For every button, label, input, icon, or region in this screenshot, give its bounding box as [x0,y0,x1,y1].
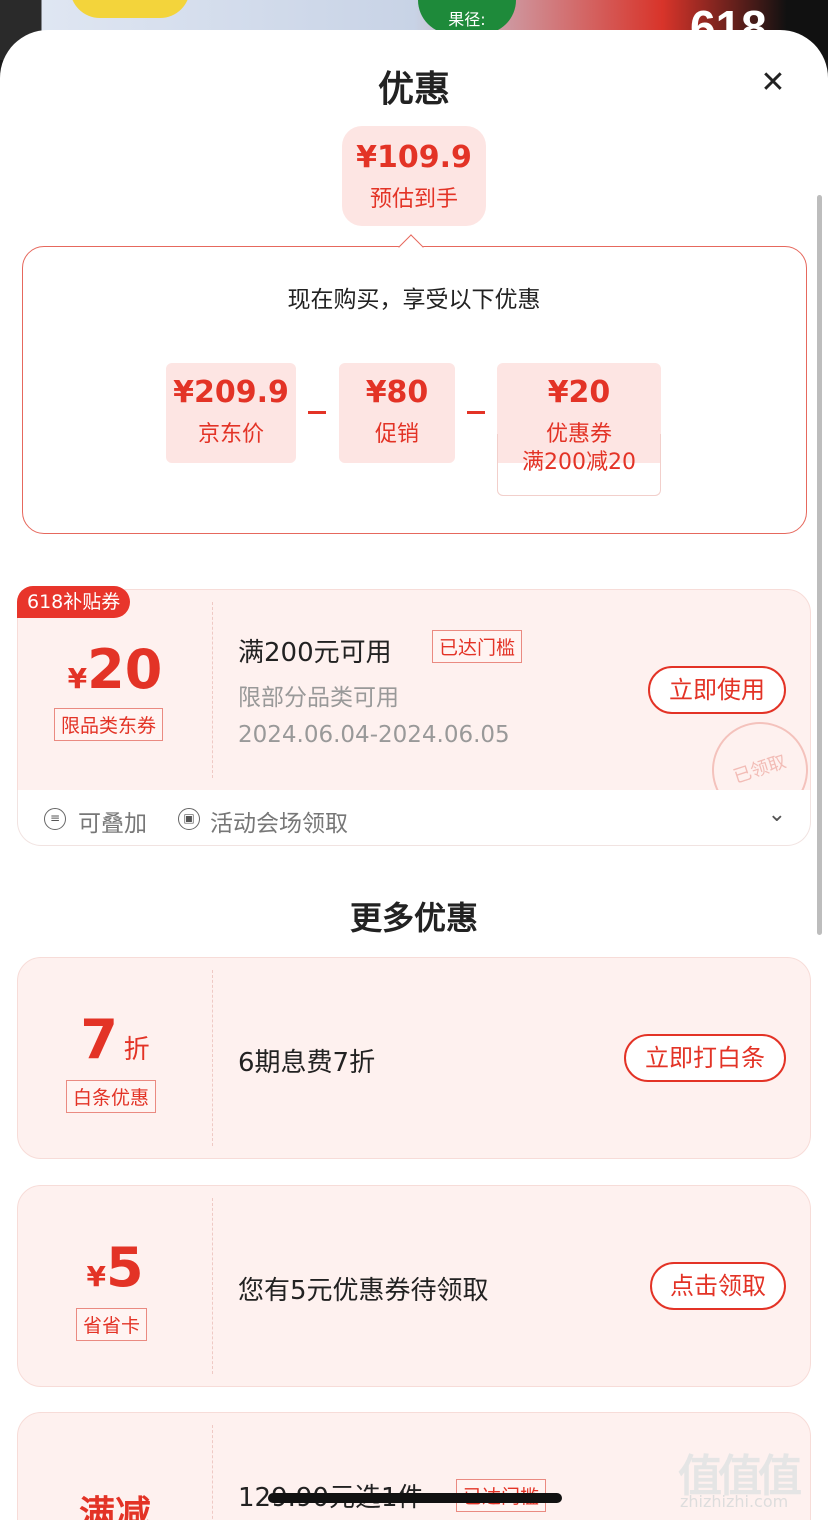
claim-button[interactable]: 点击领取 [650,1262,786,1310]
use-baitiao-button[interactable]: 立即打白条 [624,1034,786,1082]
breakdown-jd-price: ¥209.9 京东价 [166,363,296,463]
baitiao-unit: 折 [123,1035,150,1065]
chevron-down-icon[interactable]: ⌄ [768,802,786,827]
baitiao-text: 6期息费7折 [238,1048,376,1078]
promotion-value: ¥80 [365,375,429,410]
baitiao-offer-card[interactable]: 7 折 白条优惠 6期息费7折 立即打白条 [17,957,811,1159]
saver-amount-area: ¥5 省省卡 [18,1186,212,1386]
card-divider [212,970,213,1146]
card-divider [212,602,213,778]
coupon-amount-area: ¥20 限品类东券 [18,590,212,790]
card-divider [212,1425,213,1520]
estimated-price-label: 预估到手 [369,187,458,212]
estimated-price: ¥109.9 [356,140,472,175]
background-logo [70,0,190,18]
use-now-button[interactable]: 立即使用 [648,666,786,714]
home-indicator[interactable] [268,1493,562,1503]
stackable-label: 可叠加 [78,811,147,837]
coupon-value: ¥20 [547,375,611,410]
ticket-icon: ▣ [178,808,200,830]
saver-tag: 省省卡 [76,1308,148,1341]
more-offers-title: 更多优惠 [349,899,478,937]
saver-text: 您有5元优惠券待领取 [238,1276,489,1306]
breakdown-title: 现在购买，享受以下优惠 [287,287,541,313]
close-icon[interactable]: ✕ [758,68,788,98]
baitiao-amount-area: 7 折 白条优惠 [18,958,212,1158]
jd-price-label: 京东价 [197,422,264,447]
coupon-footer[interactable]: ≡ 可叠加 ▣ 活动会场领取 ⌄ [17,790,811,846]
coupon-scope: 限部分品类可用 [238,685,399,711]
coupon-title: 满200元可用 [238,638,392,668]
full-reduction-value: 满减 [78,1494,151,1520]
estimated-price-bubble: ¥109.9 预估到手 [342,126,486,226]
minus-icon [308,411,326,414]
stack-icon: ≡ [44,808,66,830]
coupon-type-tag: 限品类东券 [54,708,164,741]
coupon-currency: ¥ [67,662,88,695]
sheet-title: 优惠 [377,69,450,110]
baitiao-value: 7 [80,1008,118,1071]
breakdown-promotion: ¥80 促销 [339,363,455,463]
coupon-amount: 20 [87,638,163,701]
subsidy-coupon-card[interactable]: ¥20 限品类东券 满200元可用 已达门槛 限部分品类可用 2024.06.0… [17,589,811,791]
threshold-reached-tag: 已达门槛 [432,630,523,663]
coupon-condition: 满200减20 [497,434,661,496]
minus-icon [467,411,485,414]
source-label: 活动会场领取 [210,811,348,837]
baitiao-tag: 白条优惠 [66,1080,157,1113]
coupon-date-range: 2024.06.04-2024.06.05 [238,722,510,748]
jd-price-value: ¥209.9 [173,375,289,410]
saver-card-offer[interactable]: ¥5 省省卡 您有5元优惠券待领取 点击领取 [17,1185,811,1387]
saver-value: 5 [105,1236,144,1299]
subsidy-corner-tag: 618补贴券 [17,586,131,618]
card-divider [212,1198,213,1374]
watermark-site: zhizhizhi.com [680,1492,789,1511]
saver-currency: ¥ [86,1260,106,1293]
promotion-label: 促销 [374,422,419,447]
full-reduction-area: 满减 [18,1413,212,1520]
